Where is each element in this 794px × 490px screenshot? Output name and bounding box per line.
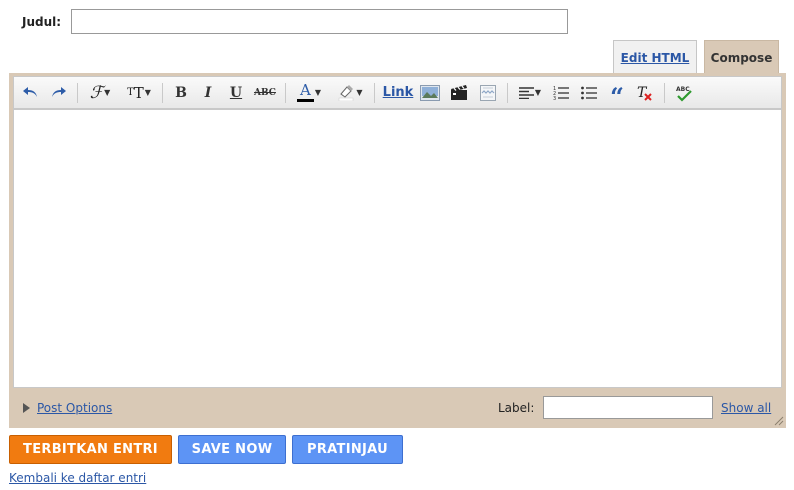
tab-compose-label: Compose [710, 50, 773, 65]
title-label: Judul: [22, 14, 62, 29]
underline-icon[interactable]: U [222, 81, 250, 105]
text-color-icon[interactable]: A ▼ [291, 81, 327, 105]
label-input[interactable] [543, 396, 713, 419]
toolbar-separator [507, 82, 508, 103]
toolbar-separator [664, 82, 665, 103]
insert-image-icon[interactable] [416, 81, 444, 105]
strikethrough-icon[interactable]: ABC [250, 81, 280, 105]
svg-text:ABC: ABC [676, 86, 690, 93]
title-input[interactable] [71, 9, 568, 34]
blockquote-icon[interactable]: “ [603, 81, 631, 111]
remove-formatting-icon[interactable]: T [631, 81, 659, 105]
post-footer-bar: Post Options Label: Show all [9, 391, 786, 428]
tab-edit-html[interactable]: Edit HTML [613, 40, 697, 74]
toolbar-separator [162, 82, 163, 103]
redo-icon[interactable] [44, 81, 72, 105]
align-icon[interactable]: ▼ [513, 81, 547, 105]
tab-edit-html-label: Edit HTML [620, 50, 690, 65]
editor-frame: ℱ ▼ T T ▼ B I U ABC A ▼ ▼ Link ▼ 1 2 3 “… [9, 73, 786, 428]
save-now-button[interactable]: SAVE NOW [178, 435, 286, 464]
editor-toolbar: ℱ ▼ T T ▼ B I U ABC A ▼ ▼ Link ▼ 1 2 3 “… [13, 76, 782, 111]
toolbar-separator [285, 82, 286, 103]
font-family-icon[interactable]: ℱ ▼ [83, 81, 117, 105]
expand-triangle-icon [23, 403, 30, 413]
back-to-posts-link[interactable]: Kembali ke daftar entri [9, 471, 146, 485]
jump-break-icon[interactable] [474, 81, 502, 105]
title-row: Judul: [22, 9, 568, 34]
toolbar-separator [77, 82, 78, 103]
italic-icon[interactable]: I [194, 81, 222, 105]
numbered-list-icon[interactable]: 123 [547, 81, 575, 105]
post-options-toggle[interactable]: Post Options [23, 401, 112, 415]
highlight-icon[interactable]: ▼ [331, 81, 369, 105]
label-caption: Label: [498, 401, 535, 415]
insert-video-icon[interactable] [444, 81, 474, 105]
show-all-labels-link[interactable]: Show all [721, 401, 771, 415]
spellcheck-icon[interactable]: ABC [670, 81, 698, 105]
toolbar-separator [374, 82, 375, 103]
svg-text:3: 3 [553, 96, 556, 101]
insert-link-button[interactable]: Link [380, 81, 416, 105]
tab-compose[interactable]: Compose [704, 40, 779, 74]
undo-icon[interactable] [18, 81, 44, 105]
publish-button[interactable]: TERBITKAN ENTRI [9, 435, 172, 464]
bullet-list-icon[interactable] [575, 81, 603, 105]
bold-icon[interactable]: B [168, 81, 194, 105]
font-size-icon[interactable]: T T ▼ [121, 81, 157, 105]
editor-content-area[interactable] [13, 109, 782, 388]
resize-grip-icon[interactable] [772, 414, 784, 426]
preview-button[interactable]: PRATINJAU [292, 435, 403, 464]
post-options-link[interactable]: Post Options [37, 401, 112, 415]
